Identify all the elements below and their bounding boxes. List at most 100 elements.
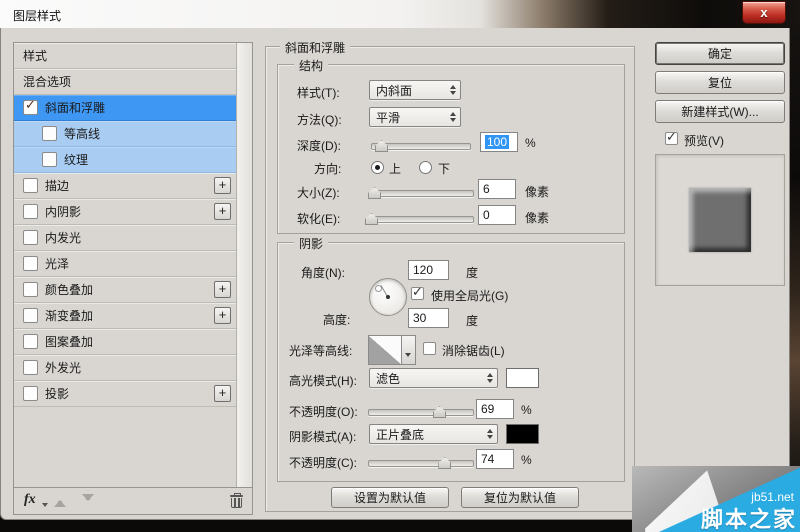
contour-dropdown-button[interactable]	[402, 335, 416, 365]
reset-button[interactable]: 复位	[655, 71, 785, 94]
shadow-color-swatch[interactable]	[506, 424, 539, 444]
bevel-style-select[interactable]: 内斜面	[369, 80, 461, 100]
angle-label: 角度(N):	[301, 266, 345, 280]
highlight-mode-select[interactable]: 滤色	[369, 368, 498, 388]
slider-thumb[interactable]	[375, 140, 388, 152]
depth-input[interactable]: 100	[480, 132, 518, 152]
add-effect-button[interactable]: +	[214, 203, 231, 220]
direction-down-radio[interactable]	[419, 161, 432, 174]
technique-select[interactable]: 平滑	[369, 107, 461, 127]
new-style-button[interactable]: 新建样式(W)...	[655, 100, 785, 123]
style-checkbox[interactable]: ✓	[23, 308, 38, 323]
style-checkbox[interactable]: ✓	[23, 360, 38, 375]
layer-style-label: 斜面和浮雕	[45, 101, 106, 115]
layer-style-row[interactable]: ✓ 描边 +	[14, 173, 237, 199]
altitude-input[interactable]: 30	[408, 308, 449, 328]
style-checkbox[interactable]: ✓	[23, 230, 38, 245]
soften-input[interactable]: 0	[478, 205, 516, 225]
add-effect-button[interactable]: +	[214, 281, 231, 298]
slider-thumb[interactable]	[368, 187, 382, 199]
highlight-mode-label: 高光模式(H):	[289, 374, 357, 388]
style-checkbox[interactable]: ✓	[42, 126, 57, 141]
use-global-light-label: 使用全局光(G)	[431, 289, 509, 303]
layer-style-row[interactable]: ✓ 等高线	[14, 121, 237, 147]
move-effect-up-button[interactable]	[54, 494, 66, 507]
size-input[interactable]: 6	[478, 179, 516, 199]
layer-style-label: 等高线	[64, 127, 101, 141]
direction-down-label: 下	[438, 162, 451, 176]
effects-sidebar: 样式 混合选项 ✓ 斜面和浮雕 ✓ 等高线 ✓ 纹理 ✓ 描边 + ✓ 内阴影 …	[13, 42, 253, 488]
add-effect-button[interactable]: +	[214, 177, 231, 194]
structure-legend: 结构	[294, 57, 329, 74]
angle-unit: 度	[466, 266, 479, 280]
layer-style-row[interactable]: ✓ 图案叠加	[14, 329, 237, 355]
layer-style-label: 内发光	[45, 231, 82, 245]
layer-style-row[interactable]: ✓ 颜色叠加 +	[14, 277, 237, 303]
slider-thumb[interactable]	[438, 457, 452, 469]
layer-style-row[interactable]: ✓ 斜面和浮雕	[14, 95, 237, 121]
shadow-opacity-input[interactable]: 74	[476, 449, 514, 469]
gloss-contour-picker[interactable]	[368, 335, 417, 365]
angle-dial[interactable]	[369, 278, 407, 316]
style-checkbox[interactable]: ✓	[23, 178, 38, 193]
close-button[interactable]: x	[742, 1, 786, 24]
layer-style-row[interactable]: ✓ 内发光	[14, 225, 237, 251]
set-default-button[interactable]: 设置为默认值	[331, 487, 449, 508]
layer-style-row[interactable]: ✓ 纹理	[14, 147, 237, 173]
slider-thumb[interactable]	[433, 406, 447, 418]
layer-style-row[interactable]: ✓ 投影 +	[14, 381, 237, 407]
layer-style-row[interactable]: ✓ 内阴影 +	[14, 199, 237, 225]
style-checkbox[interactable]: ✓	[42, 152, 57, 167]
layer-style-label: 图案叠加	[45, 335, 94, 349]
direction-label: 方向:	[314, 162, 342, 176]
depth-slider[interactable]	[371, 139, 471, 152]
close-icon: x	[760, 5, 768, 20]
ok-button[interactable]: 确定	[655, 42, 785, 65]
shadow-opacity-slider[interactable]	[368, 456, 474, 469]
style-checkbox[interactable]: ✓	[23, 256, 38, 271]
style-checkbox[interactable]: ✓	[23, 97, 38, 115]
preview-checkbox[interactable]: ✓	[665, 129, 678, 145]
layer-style-row[interactable]: ✓ 外发光	[14, 355, 237, 381]
highlight-opacity-input[interactable]: 69	[476, 399, 514, 419]
gloss-contour-label: 光泽等高线:	[289, 344, 353, 358]
highlight-opacity-slider[interactable]	[368, 405, 474, 418]
layer-style-label: 内阴影	[45, 205, 82, 219]
effects-list: 样式 混合选项 ✓ 斜面和浮雕 ✓ 等高线 ✓ 纹理 ✓ 描边 + ✓ 内阴影 …	[14, 43, 237, 487]
watermark: jb51.net 脚本之家	[628, 462, 800, 532]
add-effect-button[interactable]: +	[214, 307, 231, 324]
soften-slider[interactable]	[365, 212, 474, 225]
move-effect-down-button[interactable]	[82, 494, 94, 507]
layer-style-row[interactable]: 混合选项	[14, 69, 237, 95]
shading-legend: 阴影	[294, 235, 329, 252]
depth-unit: %	[525, 136, 536, 150]
style-checkbox[interactable]: ✓	[23, 282, 38, 297]
style-checkbox[interactable]: ✓	[23, 334, 38, 349]
spinner-icon	[450, 112, 456, 122]
layer-style-row[interactable]: 样式	[14, 43, 237, 69]
layer-style-row[interactable]: ✓ 渐变叠加 +	[14, 303, 237, 329]
layer-style-dialog-screen: 图层样式 x 样式 混合选项 ✓ 斜面和浮雕 ✓ 等高线 ✓ 纹理 ✓ 描边 +…	[0, 0, 800, 532]
shadow-opacity-unit: %	[521, 453, 532, 467]
style-checkbox[interactable]: ✓	[23, 204, 38, 219]
use-global-light-checkbox[interactable]: ✓	[411, 284, 424, 300]
angle-input[interactable]: 120	[408, 260, 449, 280]
fx-dropdown-caret-icon	[42, 503, 48, 510]
layer-style-label: 投影	[45, 387, 70, 401]
delete-effect-button[interactable]	[230, 493, 243, 508]
highlight-color-swatch[interactable]	[506, 368, 539, 388]
dialog-body: 样式 混合选项 ✓ 斜面和浮雕 ✓ 等高线 ✓ 纹理 ✓ 描边 + ✓ 内阴影 …	[0, 28, 790, 520]
layer-style-label: 渐变叠加	[45, 309, 94, 323]
shadow-mode-select[interactable]: 正片叠底	[369, 424, 498, 444]
direction-up-radio[interactable]	[371, 161, 384, 174]
layer-style-row[interactable]: ✓ 光泽	[14, 251, 237, 277]
size-slider[interactable]	[368, 186, 474, 199]
direction-up-label: 上	[389, 162, 402, 176]
sidebar-scrollbar[interactable]	[236, 43, 252, 487]
reset-default-button[interactable]: 复位为默认值	[461, 487, 579, 508]
fx-icon[interactable]: fx	[24, 492, 36, 508]
window-title: 图层样式	[13, 9, 62, 23]
add-effect-button[interactable]: +	[214, 385, 231, 402]
style-checkbox[interactable]: ✓	[23, 386, 38, 401]
antialias-checkbox[interactable]	[423, 342, 436, 355]
